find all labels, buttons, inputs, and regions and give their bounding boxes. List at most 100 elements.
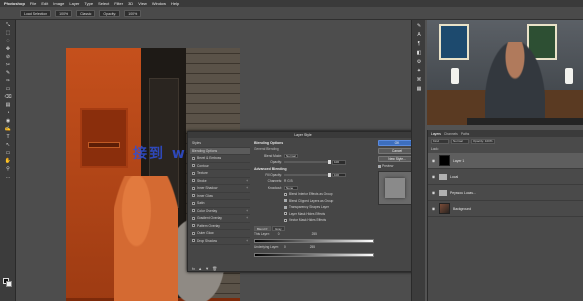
style-checkbox[interactable] [192,239,195,243]
style-checkbox[interactable] [192,156,195,160]
tool-icon-6[interactable]: ✎ [2,70,14,76]
tool-icon-9[interactable]: ⌫ [2,94,14,100]
add-style-icon[interactable]: + [246,179,248,183]
fill-opacity-slider[interactable] [284,172,331,177]
style-item[interactable]: Outer Glow [190,230,250,238]
menu-type[interactable]: Type [84,1,93,6]
tool-icon-10[interactable]: ▤ [2,102,14,108]
advanced-option-checkbox[interactable] [284,199,287,203]
add-style-icon[interactable]: + [246,216,248,220]
style-item[interactable]: Texture [190,170,250,178]
menu-3d[interactable]: 3D [128,1,133,6]
style-item[interactable]: Bevel & Emboss [190,155,250,163]
style-checkbox[interactable] [192,231,195,235]
add-style-icon[interactable]: + [246,239,248,243]
option-2[interactable]: Classic [76,9,96,17]
add-style-icon[interactable]: + [246,186,248,190]
style-item[interactable]: Contour [190,163,250,170]
tool-icon-7[interactable]: ✑ [2,78,14,84]
layers-filter-2[interactable]: Opacity: 100% [471,138,495,144]
style-item[interactable]: Pattern Overlay [190,223,250,230]
option-3[interactable]: Opacity: [99,9,121,17]
layer-row[interactable]: ◉ Peyssou Lucas... [428,185,583,201]
tool-icon-8[interactable]: ▭ [2,86,14,92]
blend-mode-select[interactable]: Normal [284,153,298,158]
style-checkbox[interactable] [192,171,195,175]
panel-icon-3[interactable]: ◧ [415,50,423,56]
visibility-eye-icon[interactable]: ◉ [431,206,436,211]
layer-row[interactable]: ◉ Local [428,169,583,185]
dialog-bottom-icon-1[interactable]: ▲ [198,266,202,271]
tool-icon-14[interactable]: T [2,134,14,140]
tool-icon-4[interactable]: ⊘ [2,54,14,60]
advanced-option-checkbox[interactable] [284,205,287,209]
style-item[interactable]: Gradient Overlay + [190,215,250,223]
dialog-bottom-icon-0[interactable]: fx [192,266,195,271]
panel-icon-0[interactable]: ✎ [415,23,423,29]
layers-filter-1[interactable]: Normal [451,138,469,144]
preview-checkbox[interactable] [378,164,381,168]
style-item[interactable]: Blending Options [190,147,250,155]
panel-icon-4[interactable]: ⚙ [415,59,423,65]
style-checkbox[interactable] [192,179,195,183]
opacity-field[interactable]: 100 [332,160,346,165]
add-style-icon[interactable]: + [246,209,248,213]
panel-icon-1[interactable]: A [415,32,423,38]
tool-icon-2[interactable]: ◌ [2,38,14,44]
style-checkbox[interactable] [192,164,195,168]
tool-icon-12[interactable]: ◉ [2,118,14,124]
layers-filter-0[interactable]: Kind [431,138,449,144]
visibility-eye-icon[interactable]: ◉ [431,158,436,163]
menu-edit[interactable]: Edit [41,1,48,6]
panel-icon-5[interactable]: ✦ [415,68,423,74]
visibility-eye-icon[interactable]: ◉ [431,190,436,195]
menu-file[interactable]: File [30,1,36,6]
background-color-swatch[interactable] [6,281,12,287]
tab-channels[interactable]: Channels [444,132,458,136]
panel-icon-6[interactable]: ⌘ [415,77,423,83]
tool-icon-11[interactable]: ◔ [2,110,14,116]
opacity-slider-knob[interactable] [328,160,331,165]
visibility-eye-icon[interactable]: ◉ [431,174,436,179]
tool-icon-18[interactable]: ⚲ [2,166,14,172]
knockout-select[interactable]: None [284,185,298,190]
fill-opacity-field[interactable]: 100 [332,172,346,177]
style-checkbox[interactable] [192,194,195,198]
tool-icon-3[interactable]: ✥ [2,46,14,52]
advanced-option-checkbox[interactable] [284,212,287,216]
advanced-option-checkbox[interactable] [284,192,287,196]
tool-icon-16[interactable]: ▭ [2,150,14,156]
style-checkbox[interactable] [192,186,195,190]
menu-layer[interactable]: Layer [69,1,79,6]
style-checkbox[interactable] [192,224,195,228]
style-item[interactable]: Satin [190,200,250,208]
menu-window[interactable]: Window [152,1,166,6]
tool-icon-15[interactable]: ↖ [2,142,14,148]
underlying-layer-gradient-slider[interactable] [254,252,374,257]
style-checkbox[interactable] [192,201,195,205]
fill-opacity-slider-knob[interactable] [328,172,331,177]
layer-row[interactable]: ◉ Layer 1 [428,153,583,169]
opacity-slider[interactable] [284,160,331,165]
menu-help[interactable]: Help [171,1,179,6]
option-4[interactable]: 100% [124,9,142,17]
style-item[interactable]: Styles [190,140,250,148]
style-item[interactable]: Inner Shadow + [190,185,250,193]
option-1[interactable]: 100% [55,9,73,17]
panel-icon-7[interactable]: ▦ [415,86,423,92]
advanced-option-checkbox[interactable] [284,218,287,222]
blend-if-select[interactable]: Gray [272,225,285,231]
channels-checkboxes[interactable]: R G B [284,179,293,183]
tool-icon-17[interactable]: ✋ [2,158,14,164]
menu-image[interactable]: Image [53,1,64,6]
dialog-bottom-icon-2[interactable]: ▼ [205,266,209,271]
tool-icon-13[interactable]: ✍ [2,126,14,132]
tool-icon-19[interactable]: … [2,174,14,180]
style-item[interactable]: Stroke + [190,178,250,185]
panel-icon-2[interactable]: ¶ [415,41,423,47]
style-item[interactable]: Color Overlay + [190,208,250,215]
tab-layers[interactable]: Layers [431,132,441,136]
layer-row[interactable]: ◉ Background [428,201,583,217]
style-item[interactable]: Drop Shadow + [190,238,250,245]
style-item[interactable]: Inner Glow [190,193,250,200]
